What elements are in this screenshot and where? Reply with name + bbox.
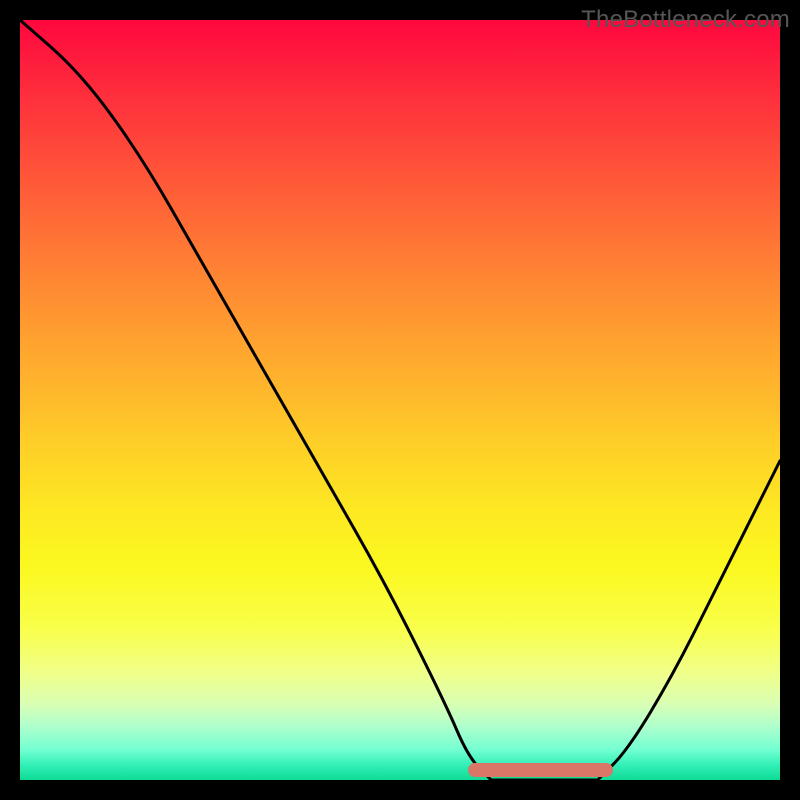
curve-layer — [20, 20, 780, 780]
bottleneck-curve — [20, 20, 780, 780]
watermark-text: TheBottleneck.com — [581, 6, 790, 34]
plot-area — [20, 20, 780, 780]
flat-minimum-segment — [468, 763, 612, 777]
chart-frame: TheBottleneck.com — [0, 0, 800, 800]
